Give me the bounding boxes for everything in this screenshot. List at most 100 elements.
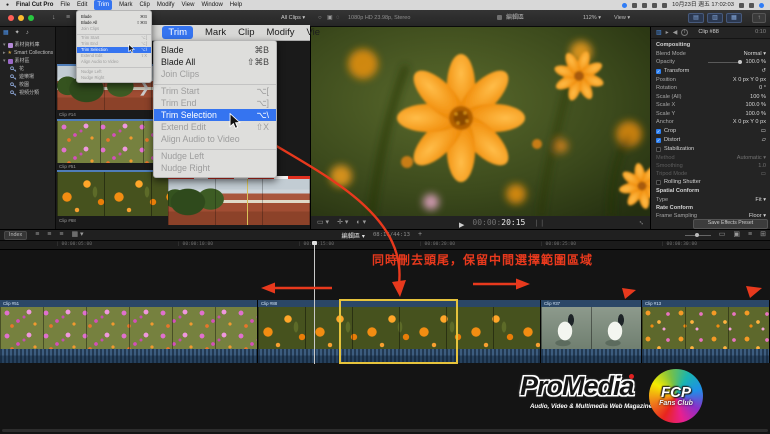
status-icon[interactable] xyxy=(652,2,658,8)
rotation-row[interactable]: Rotation 0 ° xyxy=(651,84,770,93)
menubar-clock[interactable]: 10月23日 週五 17:02:03 xyxy=(672,0,734,10)
opacity-row[interactable]: Opacity 100.0 % xyxy=(651,58,770,67)
playhead[interactable] xyxy=(314,241,315,364)
zoom-window-button[interactable] xyxy=(28,15,34,21)
menubar-item[interactable]: Final Cut Pro xyxy=(16,0,53,10)
scale-x-row[interactable]: Scale X 100.0 % xyxy=(651,101,770,110)
overlay-menubar-item[interactable]: Modify xyxy=(267,27,295,38)
fullscreen-icon[interactable]: ↔ xyxy=(637,218,647,228)
trim-selection-range[interactable] xyxy=(339,299,458,364)
scale-all-row[interactable]: Scale (All) 100 % xyxy=(651,93,770,102)
timeline-project-name[interactable]: 編輯區 ▾ xyxy=(342,231,365,240)
color-inspector-tab-icon[interactable]: ▸ xyxy=(666,29,669,36)
trim-menu-item[interactable]: Trim Start ⌥[ xyxy=(154,85,276,97)
overlay-menubar-item[interactable]: Clip xyxy=(238,27,254,38)
trim-menu-item[interactable]: Join Clips xyxy=(154,68,276,80)
status-icon[interactable] xyxy=(632,2,638,8)
trim-menu-item[interactable]: Nudge Left xyxy=(154,150,276,162)
menubar-item[interactable]: Mark xyxy=(119,0,132,10)
camera-filter-icon[interactable]: ▣ xyxy=(327,10,333,26)
clock-filter-icon[interactable]: ○ xyxy=(318,10,322,26)
trim-menu-item[interactable]: Nudge Right xyxy=(154,162,276,174)
trim-menu-item[interactable]: Extend Edit ⇧X xyxy=(154,121,276,133)
close-window-button[interactable] xyxy=(8,15,14,21)
search-icon[interactable]: ◌ xyxy=(336,10,340,26)
opacity-slider[interactable] xyxy=(708,60,743,65)
distort-row[interactable]: ✓ Distort ▱ xyxy=(651,136,770,145)
transform-row[interactable]: ✓ Transform ↺ xyxy=(651,67,770,76)
menubar-item[interactable]: Modify xyxy=(157,0,175,10)
menubar-item[interactable]: Edit xyxy=(77,0,87,10)
playhead-handle[interactable] xyxy=(312,241,317,245)
import-media-icon[interactable]: ↓ xyxy=(52,10,56,26)
share-button[interactable]: ↑ xyxy=(752,13,766,23)
disclosure-triangle-icon[interactable]: ▾ xyxy=(3,57,6,65)
timeline-clip-pink[interactable]: Clip #51 xyxy=(0,300,258,363)
timeline-ruler[interactable]: 00:00:05:0000:00:10:0000:00:15:0000:00:2… xyxy=(0,241,770,250)
timeline-clip-mixed[interactable]: Clip #13 xyxy=(642,300,770,363)
trim-menu-item[interactable]: Align Audio to Video xyxy=(154,133,276,145)
overlay-menubar-item[interactable]: Trim xyxy=(162,26,194,39)
stabilization-checkbox[interactable] xyxy=(656,146,661,152)
menubar-item[interactable]: File xyxy=(60,0,70,10)
rolling-shutter-checkbox[interactable] xyxy=(656,179,661,185)
menubar-item[interactable]: Window xyxy=(201,0,222,10)
reset-icon[interactable]: ↺ xyxy=(761,68,766,74)
audio-inspector-tab-icon[interactable]: ◀ xyxy=(673,29,678,36)
music-tab-icon[interactable]: ♪ xyxy=(26,29,29,37)
trim-menu-item[interactable]: Trim Selection ⌥\ xyxy=(154,109,276,121)
viewer-video-frame[interactable] xyxy=(311,26,651,216)
sidebar-keyword-item[interactable]: 遊樂場 xyxy=(0,73,55,81)
menubar-item[interactable]: Clip xyxy=(140,0,150,10)
sidebar-keyword-item[interactable]: 視頻分類 xyxy=(0,89,55,97)
crop-row[interactable]: ✓ Crop ▭ xyxy=(651,127,770,136)
minimize-window-button[interactable] xyxy=(18,15,24,21)
menubar-item[interactable]: Help xyxy=(230,0,242,10)
overlay-menubar-item[interactable]: Vie xyxy=(307,27,321,38)
timeline-toggle-button[interactable]: ▥ xyxy=(707,13,723,23)
wifi-icon[interactable] xyxy=(662,2,668,8)
viewer-view-dropdown[interactable]: View ▾ xyxy=(614,10,630,26)
status-icon[interactable] xyxy=(642,2,648,8)
rolling-shutter-row[interactable]: Rolling Shutter xyxy=(651,178,770,187)
anchor-row[interactable]: Anchor X 0 px Y 0 px xyxy=(651,118,770,127)
distort-expand-icon[interactable]: ▱ xyxy=(762,137,766,143)
sidebar-keyword-item[interactable]: 校園 xyxy=(0,81,55,89)
sidebar-event-row[interactable]: ▾ 素材區 xyxy=(0,57,55,65)
viewer-zoom-dropdown[interactable]: 112% ▾ xyxy=(583,10,601,26)
disclosure-triangle-icon[interactable]: ▾ xyxy=(3,41,6,49)
crop-checkbox[interactable]: ✓ xyxy=(656,128,661,134)
video-inspector-tab-icon[interactable]: ▥ xyxy=(656,29,662,36)
type-row[interactable]: Type Fit ▾ xyxy=(651,196,770,205)
timeline-scrollbar[interactable] xyxy=(2,429,768,432)
sidebar-smart-collections-row[interactable]: ▸ ★ Smart Collections xyxy=(0,49,55,57)
browser-toggle-button[interactable]: ▤ xyxy=(688,13,704,23)
status-icon[interactable] xyxy=(622,2,628,8)
position-row[interactable]: Position X 0 px Y 0 px xyxy=(651,76,770,85)
clips-tab-icon[interactable]: ▦ xyxy=(3,29,9,37)
photos-tab-icon[interactable]: ✦ xyxy=(15,29,20,37)
trim-menu-item[interactable]: Blade All ⇧⌘B xyxy=(154,56,276,68)
trim-menu-item[interactable]: Blade ⌘B xyxy=(154,44,276,56)
inspector-toggle-button[interactable]: ▦ xyxy=(726,13,742,23)
overlay-menubar-item[interactable]: Mark xyxy=(205,27,226,38)
disclosure-triangle-icon[interactable]: ▸ xyxy=(3,49,6,57)
siri-icon[interactable] xyxy=(759,2,764,8)
search-icon[interactable] xyxy=(749,2,754,8)
apple-menu-icon[interactable]: ● xyxy=(6,0,9,10)
scale-y-row[interactable]: Scale Y 100.0 % xyxy=(651,110,770,119)
crop-expand-icon[interactable]: ▭ xyxy=(761,128,766,134)
sidebar-library-row[interactable]: ▾ 素材資料庫 xyxy=(0,41,55,49)
index-button[interactable]: Index xyxy=(4,230,28,240)
blend-mode-row[interactable]: Blend Mode Normal ▾ xyxy=(651,50,770,59)
sidebar-keyword-item[interactable]: 花 xyxy=(0,65,55,73)
distort-checkbox[interactable]: ✓ xyxy=(656,137,661,143)
transform-checkbox[interactable]: ✓ xyxy=(656,68,661,74)
keyword-editor-icon[interactable]: ≡ xyxy=(66,10,70,26)
menubar-item[interactable]: Trim xyxy=(94,0,113,10)
keyboard-layout-icon[interactable] xyxy=(739,2,744,8)
info-inspector-tab-icon[interactable]: i xyxy=(681,28,689,36)
clip-filter-dropdown[interactable]: All Clips ▾ xyxy=(281,10,305,26)
stabilization-row[interactable]: Stabilization xyxy=(651,145,770,154)
trim-menu-item[interactable]: Trim End ⌥] xyxy=(154,97,276,109)
